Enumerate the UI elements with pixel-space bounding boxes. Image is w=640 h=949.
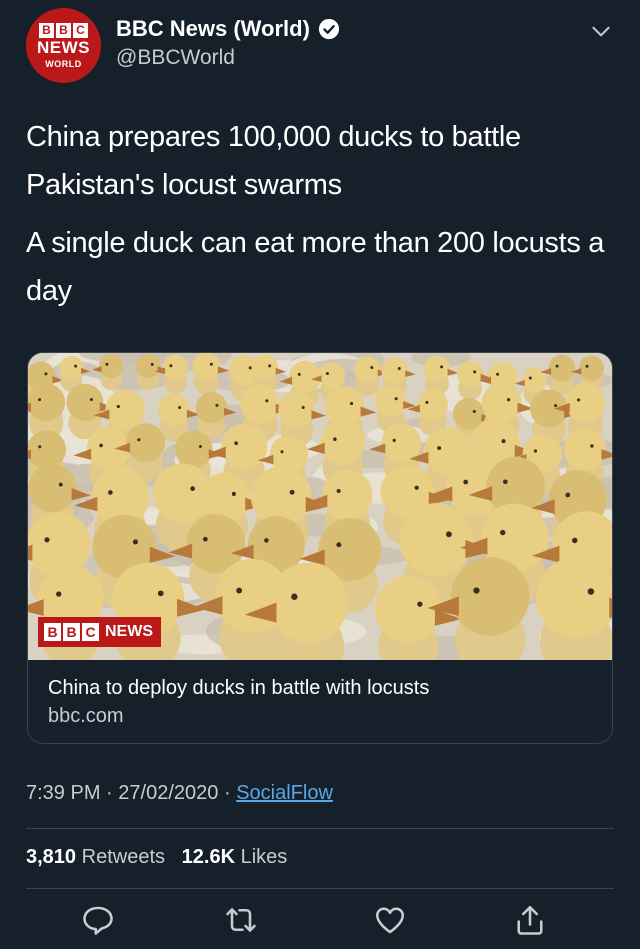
ducks-photo xyxy=(28,353,612,660)
tweet-stats: 3,810 Retweets 12.6K Likes xyxy=(26,846,287,869)
card-title[interactable]: China to deploy ducks in battle with loc… xyxy=(48,677,429,700)
card-image-ducks[interactable]: B B C NEWS xyxy=(28,353,612,660)
chevron-down-icon[interactable] xyxy=(588,18,614,44)
like-icon[interactable] xyxy=(372,902,408,938)
account-handle[interactable]: @BBCWorld xyxy=(116,46,340,70)
meta-separator: · xyxy=(223,782,231,804)
display-name[interactable]: BBC News (World) xyxy=(116,16,310,42)
avatar-news-text: NEWS xyxy=(37,37,90,57)
share-icon[interactable] xyxy=(512,902,548,938)
avatar-block: B xyxy=(56,22,71,38)
watermark-block: B xyxy=(44,623,61,641)
watermark-block: C xyxy=(82,623,99,641)
avatar-block: C xyxy=(73,22,88,38)
account-info[interactable]: BBC News (World) @BBCWorld xyxy=(116,16,340,70)
divider xyxy=(26,888,614,889)
likes-label: Likes xyxy=(240,846,288,868)
tweet-meta: 7:39 PM · 27/02/2020 · SocialFlow xyxy=(26,782,333,805)
card-domain[interactable]: bbc.com xyxy=(48,705,124,728)
tweet-text: China prepares 100,000 ducks to battle P… xyxy=(26,113,614,325)
tweet-source-link[interactable]: SocialFlow xyxy=(236,782,333,804)
tweet-time[interactable]: 7:39 PM xyxy=(26,782,100,804)
avatar-bbc-blocks: B B C xyxy=(39,22,88,38)
tweet-paragraph: China prepares 100,000 ducks to battle P… xyxy=(26,121,521,201)
likes-stat[interactable]: 12.6K Likes xyxy=(182,846,288,868)
tweet-header: B B C NEWS WORLD BBC News (World) @BBCWo… xyxy=(26,8,614,88)
likes-count: 12.6K xyxy=(181,846,236,868)
retweets-count: 3,810 xyxy=(26,846,77,868)
reply-icon[interactable] xyxy=(80,902,116,938)
display-name-row: BBC News (World) xyxy=(116,16,340,42)
link-card[interactable]: B B C NEWS China to deploy ducks in batt… xyxy=(27,352,613,744)
avatar-world-text: WORLD xyxy=(45,58,82,69)
verified-badge-icon xyxy=(318,18,340,40)
tweet-paragraph: A single duck can eat more than 200 locu… xyxy=(26,227,605,307)
watermark-news-text: NEWS xyxy=(105,623,153,640)
bbc-news-watermark: B B C NEWS xyxy=(38,617,161,647)
watermark-block: B xyxy=(63,623,80,641)
retweets-stat[interactable]: 3,810 Retweets xyxy=(26,846,165,868)
tweet-date[interactable]: 27/02/2020 xyxy=(118,782,218,804)
tweet-actions xyxy=(0,902,640,942)
retweet-icon[interactable] xyxy=(223,902,259,938)
avatar[interactable]: B B C NEWS WORLD xyxy=(26,8,101,83)
retweets-label: Retweets xyxy=(81,846,165,868)
avatar-block: B xyxy=(39,22,54,38)
divider xyxy=(26,828,614,829)
meta-separator: · xyxy=(106,782,113,804)
